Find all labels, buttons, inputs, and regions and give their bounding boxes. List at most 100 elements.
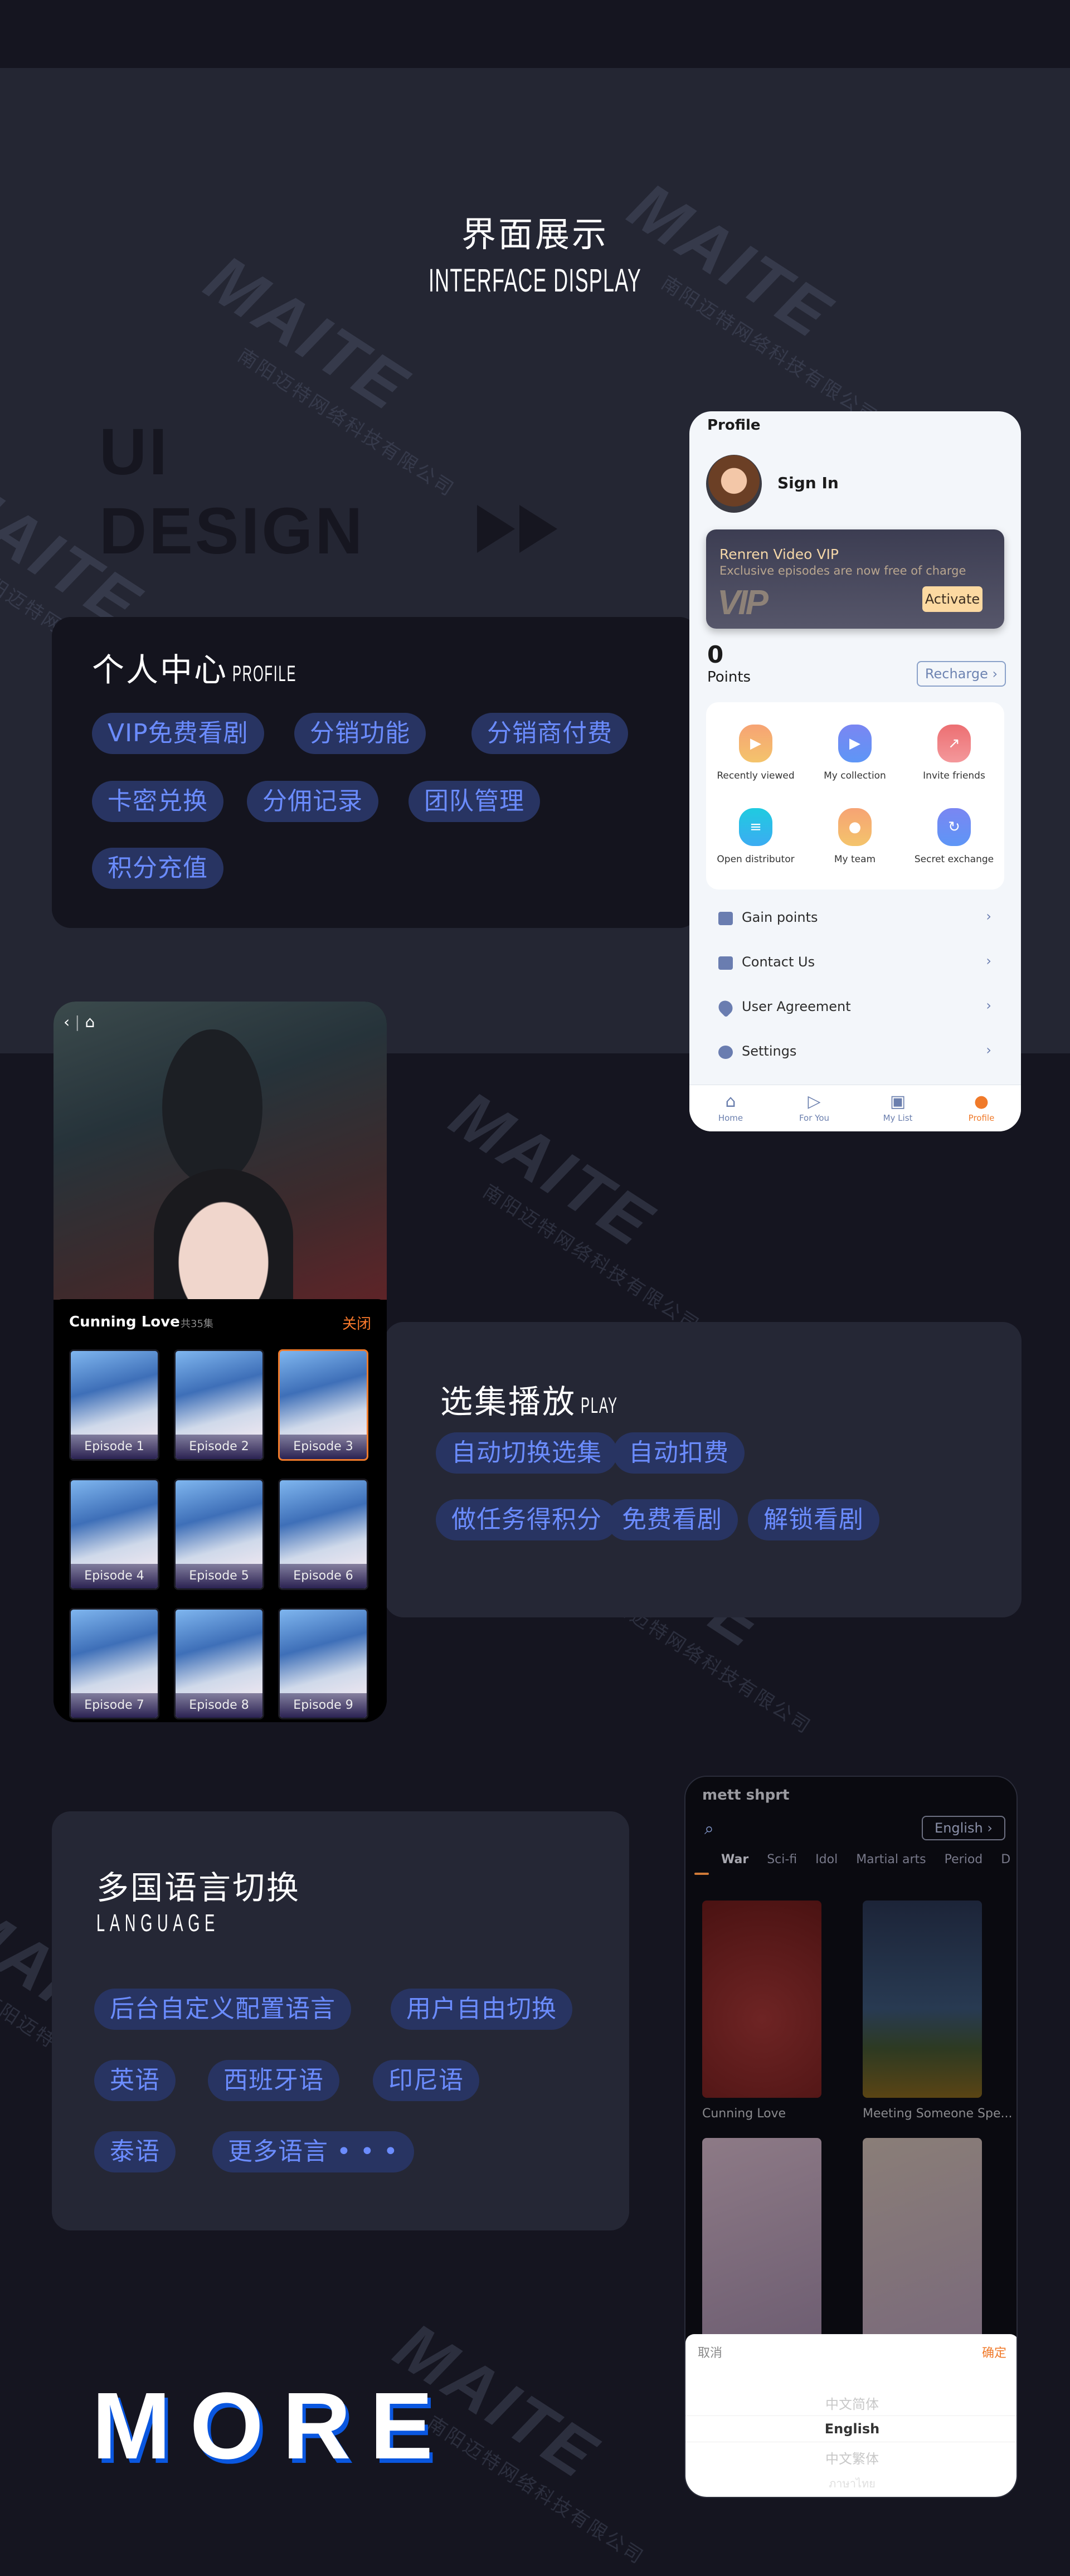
points-value: 0 [707, 641, 724, 668]
language-button[interactable]: English › [922, 1816, 1005, 1840]
profile-section-title: 个人中心 PROFILE [92, 651, 297, 689]
grid-item-my-collection[interactable]: ▶ My collection [805, 725, 904, 781]
chat-icon [718, 912, 733, 925]
grid-item-secret-exchange[interactable]: ↻ Secret exchange [904, 808, 1004, 865]
bottom-nav: ⌂ Home ▷ For You ▣ My List ● Profile [689, 1085, 1021, 1131]
recharge-button[interactable]: Recharge › [917, 661, 1006, 687]
hero-title: 界面展示 [461, 214, 609, 255]
language-phone-screen: mett shprt ⌕ English › War Sci-fi Idol M… [684, 1776, 1018, 2498]
picker-option[interactable]: 中文繁体 [685, 2448, 1016, 2467]
home-icon[interactable]: ⌂ [85, 1013, 95, 1031]
episode-sheet: Cunning Love 共35集 关闭 Episode 1 Episode 2… [54, 1299, 387, 1722]
episode-tile[interactable]: Episode 6 [278, 1479, 368, 1590]
list-icon: ▣ [889, 1092, 906, 1111]
drama-title: Meeting Someone Spe... [863, 2107, 1013, 2121]
profile-icon: ● [974, 1092, 989, 1111]
bookmark-icon: ≡ [739, 808, 772, 846]
feature-tag: 积分充值 [92, 848, 223, 889]
drama-title: Cunning Love [702, 2107, 786, 2121]
episode-tile[interactable]: Episode 5 [174, 1479, 264, 1590]
feature-tag: 英语 [94, 2060, 176, 2101]
grid-item-recently-viewed[interactable]: ▶ Recently viewed [706, 725, 805, 781]
cancel-button[interactable]: 取消 [698, 2343, 722, 2361]
nav-home[interactable]: ⌂ Home [697, 1091, 764, 1123]
heart-icon [716, 998, 736, 1018]
active-tab-indicator [694, 1873, 709, 1875]
tab-period[interactable]: Period [945, 1853, 983, 1867]
vip-logo: VIP [717, 584, 769, 622]
grid-item-my-team[interactable]: ● My team [805, 808, 904, 865]
activate-button[interactable]: Activate [922, 586, 983, 612]
feature-tag: 团队管理 [408, 781, 540, 822]
vip-title: Renren Video VIP [719, 546, 839, 562]
search-icon[interactable]: ⌕ [704, 1819, 714, 1839]
picker-option[interactable]: 中文简体 [685, 2393, 1016, 2413]
play-icon: ▷ [808, 1092, 821, 1111]
drama-cover[interactable] [702, 1901, 821, 2098]
grid-item-open-distributor[interactable]: ≡ Open distributor [706, 808, 805, 865]
sign-in-link[interactable]: Sign In [777, 474, 839, 492]
chevron-right-icon: › [987, 1820, 993, 1836]
language-section-subtitle: LANGUAGE [96, 1909, 220, 1937]
nav-profile[interactable]: ● Profile [948, 1091, 1015, 1123]
drama-cover[interactable] [702, 2138, 821, 2339]
episode-tile-selected[interactable]: Episode 3 [278, 1349, 368, 1461]
grid-item-invite-friends[interactable]: ↗ Invite friends [904, 725, 1004, 781]
tab-more[interactable]: D [1001, 1853, 1010, 1867]
tab-idol[interactable]: Idol [815, 1853, 838, 1867]
top-band [0, 0, 1070, 68]
video-frame-figure [162, 1029, 262, 1185]
feature-tag: 做任务得积分 [436, 1499, 617, 1540]
category-tabs: War Sci-fi Idol Martial arts Period D [721, 1853, 1016, 1867]
menu-settings[interactable]: Settings › [718, 1041, 991, 1063]
episode-tile[interactable]: Episode 7 [69, 1608, 159, 1719]
feature-tag: 解锁看剧 [748, 1499, 879, 1540]
menu-user-agreement[interactable]: User Agreement › [716, 997, 991, 1019]
feature-tag: 自动扣费 [613, 1432, 745, 1474]
avatar[interactable] [706, 455, 762, 513]
episode-tile[interactable]: Episode 2 [174, 1349, 264, 1461]
language-feature-panel: 多国语言切换 LANGUAGE 后台自定义配置语言 用户自由切换 英语 西班牙语… [52, 1811, 629, 2230]
tab-martial-arts[interactable]: Martial arts [856, 1853, 926, 1867]
feature-tag: 更多语言 • • • [212, 2131, 414, 2172]
drama-cover[interactable] [863, 1901, 982, 2098]
play-feature-panel: 选集播放 PLAY 自动切换选集 自动扣费 做任务得积分 免费看剧 解锁看剧 [385, 1322, 1022, 1617]
ui-design-heading: UI DESIGN [99, 415, 365, 568]
nav-my-list[interactable]: ▣ My List [864, 1091, 931, 1123]
film-icon: ▶ [739, 725, 772, 762]
drama-cover[interactable] [863, 2138, 982, 2339]
chevron-right-icon: › [986, 1042, 991, 1058]
close-button[interactable]: 关闭 [342, 1313, 371, 1333]
video-frame-face [154, 1169, 293, 1302]
back-icon[interactable]: ‹ [64, 1013, 70, 1031]
episode-tile[interactable]: Episode 1 [69, 1349, 159, 1461]
profile-header: Profile [707, 417, 761, 434]
feature-tag: 分销功能 [294, 713, 426, 754]
fast-forward-icon [477, 505, 557, 553]
feature-tag: 用户自由切换 [391, 1989, 572, 2030]
episode-phone-screen: ‹ | ⌂ Cunning Love 共35集 关闭 Episode 1 Epi… [54, 1002, 387, 1722]
feature-tag: 后台自定义配置语言 [94, 1989, 351, 2030]
menu-contact-us[interactable]: Contact Us › [718, 952, 991, 974]
feature-tag: 泰语 [94, 2131, 176, 2172]
home-icon: ⌂ [725, 1092, 736, 1111]
points-label: Points [707, 669, 751, 686]
picker-option-selected[interactable]: English [685, 2415, 1016, 2442]
tab-war[interactable]: War [721, 1853, 748, 1867]
nav-for-you[interactable]: ▷ For You [781, 1091, 848, 1123]
language-picker: 取消 确定 中文简体 English 中文繁体 ภาษาไทย [685, 2334, 1016, 2497]
chevron-right-icon: › [986, 998, 991, 1013]
refresh-icon: ↻ [937, 808, 971, 846]
episode-tile[interactable]: Episode 8 [174, 1608, 264, 1719]
feature-tag: 自动切换选集 [436, 1432, 617, 1474]
menu-gain-points[interactable]: Gain points › [718, 907, 991, 930]
feature-tag: 卡密兑换 [92, 781, 223, 822]
feature-tag: 西班牙语 [208, 2060, 339, 2101]
confirm-button[interactable]: 确定 [982, 2343, 1006, 2361]
series-title: Cunning Love [69, 1314, 180, 1330]
episode-tile[interactable]: Episode 4 [69, 1479, 159, 1590]
tab-sci-fi[interactable]: Sci-fi [767, 1853, 797, 1867]
picker-option[interactable]: ภาษาไทย [685, 2475, 1016, 2492]
episode-tile[interactable]: Episode 9 [278, 1608, 368, 1719]
app-title: mett shprt [702, 1787, 790, 1804]
